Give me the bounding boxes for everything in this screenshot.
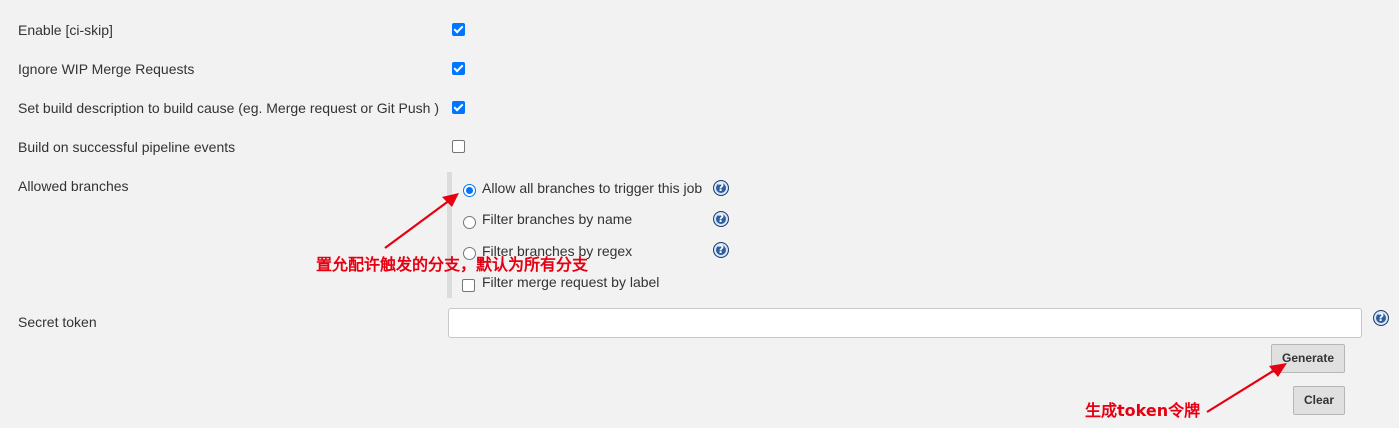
branches-annotation-arrow [384,199,451,249]
token-arrow-head [1269,363,1287,377]
token-annotation-arrow [1206,367,1279,413]
branches-annotation: 置允配许触发的分支，默认为所有分支 [316,255,589,274]
annotation-arrows [384,193,1287,413]
token-annotation: 生成token令牌 [1085,401,1201,420]
